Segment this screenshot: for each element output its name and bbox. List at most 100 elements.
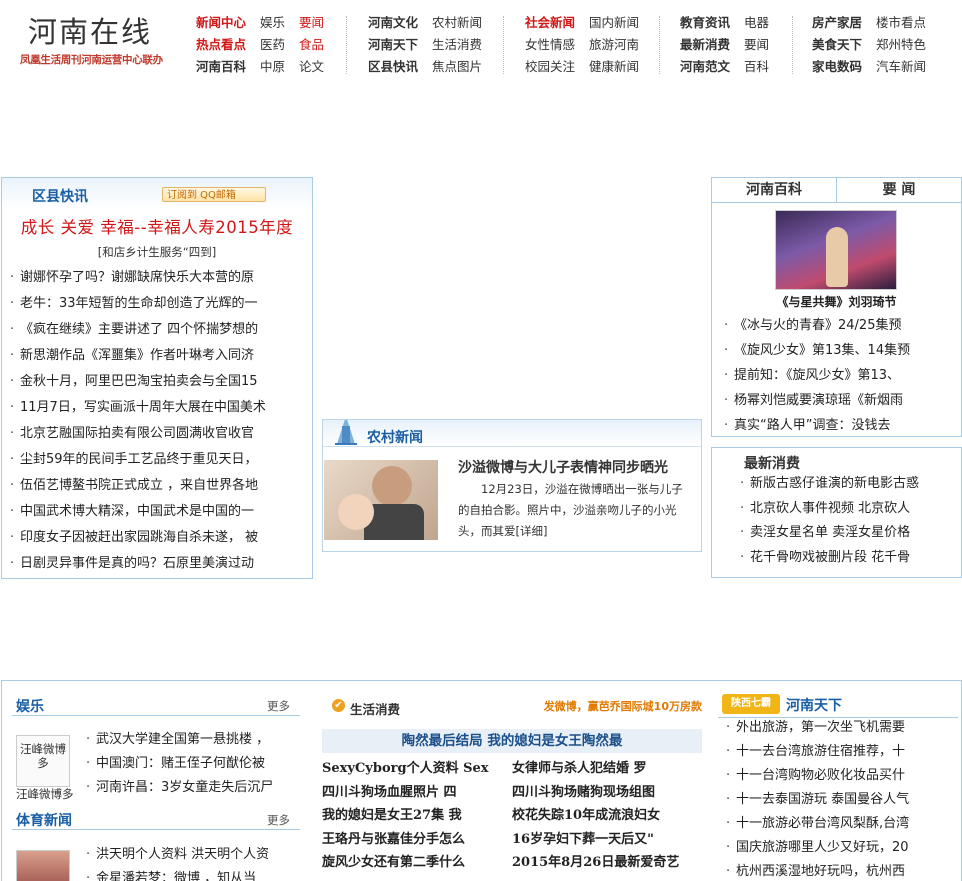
promo-headline[interactable]: 成长 关爱 幸福--幸福人寿2015年度	[2, 214, 312, 238]
list-item[interactable]: 老牛：33年短暂的生命却创造了光辉的一	[10, 291, 300, 317]
nav-link[interactable]: 中原	[260, 56, 285, 78]
rural-news-title[interactable]: 农村新闻	[367, 427, 423, 447]
list-item[interactable]: 中国澳门：赌王侄子何猷伦被	[86, 752, 286, 776]
list-item[interactable]: 十一旅游必带台湾风梨酥,台湾	[726, 812, 952, 836]
list-item[interactable]: 《冰与火的青春》24/25集预	[724, 313, 948, 338]
list-item[interactable]: 金秋十月，阿里巴巴淘宝拍卖会与全国15	[10, 369, 300, 395]
tab-headlines[interactable]: 要 闻	[837, 178, 961, 202]
list-item[interactable]: 新思潮作品《浑噩集》作者叶琳考入同济	[10, 343, 300, 369]
nav-link[interactable]: 河南天下	[368, 34, 418, 56]
list-item[interactable]: 新版古惑仔谁演的新电影古惑	[740, 472, 950, 497]
sports-title[interactable]: 体育新闻	[16, 810, 72, 830]
more-link[interactable]: 更多	[267, 698, 290, 714]
nav-link[interactable]: 区县快讯	[368, 56, 418, 78]
list-item[interactable]: 中国武术博大精深，中国武术是中国的一	[10, 499, 300, 525]
list-item[interactable]: 校花失踪10年成流浪妇女	[512, 804, 698, 828]
nav-link[interactable]: 郑州特色	[876, 34, 926, 56]
list-item[interactable]: 外出旅游，第一次坐飞机需要	[726, 716, 952, 740]
nav-link[interactable]: 美食天下	[812, 34, 862, 56]
life-consumption-title[interactable]: 生活消费	[350, 699, 400, 718]
nav-link[interactable]: 教育资讯	[680, 12, 730, 34]
more-link[interactable]: 更多	[267, 812, 290, 828]
thumbnail-caption[interactable]: 汪峰微博多	[16, 786, 74, 802]
nav-link[interactable]: 热点看点	[196, 34, 246, 56]
list-item[interactable]: 真实“路人甲”调查：没钱去	[724, 413, 948, 436]
list-item[interactable]: 提前知：《旋风少女》第13、	[724, 363, 948, 388]
nav-link[interactable]: 要闻	[299, 12, 324, 34]
list-item[interactable]: 国庆旅游哪里人少又好玩，20	[726, 836, 952, 860]
nav-link[interactable]: 新闻中心	[196, 12, 246, 34]
nav-link[interactable]: 焦点图片	[432, 56, 482, 78]
list-item[interactable]: 北京艺融国际拍卖有限公司圆满收官收官	[10, 421, 300, 447]
nav-link[interactable]: 汽车新闻	[876, 56, 926, 78]
nav-link[interactable]: 楼市看点	[876, 12, 926, 34]
list-item[interactable]: 杭州西溪湿地好玩吗，杭州西	[726, 860, 952, 881]
list-item[interactable]: 十一去泰国游玩 泰国曼谷人气	[726, 788, 952, 812]
list-item[interactable]: 北京砍人事件视频 北京砍人	[740, 497, 950, 522]
sports-thumbnail[interactable]	[16, 850, 70, 881]
list-item[interactable]: 2015年8月26日最新爱奇艺	[512, 851, 698, 875]
news-thumbnail[interactable]	[324, 460, 438, 540]
entertainment-title[interactable]: 娱乐	[16, 696, 44, 716]
featured-caption[interactable]: 《与星共舞》刘羽琦节	[712, 293, 961, 310]
nav-link[interactable]: 国内新闻	[589, 12, 639, 34]
list-item[interactable]: 11月7日，写实画派十周年大展在中国美术	[10, 395, 300, 421]
nav-link[interactable]: 女性情感	[525, 34, 575, 56]
nav-link[interactable]: 社会新闻	[525, 12, 575, 34]
rural-news-headline[interactable]: 沙溢微博与大儿子表情神同步晒光	[458, 457, 668, 477]
nav-link[interactable]: 生活消费	[432, 34, 482, 56]
nav-link[interactable]: 百科	[744, 56, 769, 78]
subscribe-qq-mail-button[interactable]: 订阅到 QQ邮箱	[162, 187, 266, 202]
nav-link[interactable]: 食品	[299, 34, 324, 56]
nav-link[interactable]: 健康新闻	[589, 56, 639, 78]
list-item[interactable]: 卖淫女星名单 卖淫女星价格	[740, 521, 950, 546]
nav-link[interactable]: 最新消费	[680, 34, 730, 56]
list-item[interactable]: 四川斗狗场血腥照片 四	[322, 781, 508, 805]
list-item[interactable]: 我的媳妇是女王27集 我	[322, 804, 508, 828]
list-item[interactable]: 王珞丹与张嘉佳分手怎么	[322, 828, 508, 852]
tab-henan-baike[interactable]: 河南百科	[712, 178, 837, 202]
entertainment-thumbnail[interactable]: 汪峰微博多	[16, 735, 70, 787]
list-item[interactable]: 《疯在继续》主要讲述了 四个怀揣梦想的	[10, 317, 300, 343]
nav-link[interactable]: 旅游河南	[589, 34, 639, 56]
nav-link[interactable]: 河南文化	[368, 12, 418, 34]
list-item[interactable]: 河南许昌：3岁女童走失后沉尸	[86, 776, 286, 800]
nav-link[interactable]: 房产家居	[812, 12, 862, 34]
list-item[interactable]: 武汉大学建全国第一悬挑楼 ，	[86, 728, 286, 752]
nav-link[interactable]: 家电数码	[812, 56, 862, 78]
nav-link[interactable]: 河南百科	[196, 56, 246, 78]
nav-link[interactable]: 校园关注	[525, 56, 575, 78]
nav-link[interactable]: 电器	[744, 12, 769, 34]
nav-link[interactable]: 农村新闻	[432, 12, 482, 34]
nav-link[interactable]: 河南范文	[680, 56, 730, 78]
list-item[interactable]: 十一去台湾旅游住宿推荐，十	[726, 740, 952, 764]
channel-badge[interactable]: 陕西七霸	[722, 694, 780, 714]
list-item[interactable]: 十一台湾购物必败化妆品买什	[726, 764, 952, 788]
nav-link[interactable]: 要闻	[744, 34, 769, 56]
list-item[interactable]: 洪天明个人资料 洪天明个人资	[86, 843, 286, 867]
details-link[interactable]: [详细]	[516, 524, 548, 538]
nav-link[interactable]: 娱乐	[260, 12, 285, 34]
list-item[interactable]: 日剧灵异事件是真的吗？石原里美演过动	[10, 551, 300, 577]
list-item[interactable]: 花千骨吻戏被删片段 花千骨	[740, 546, 950, 571]
list-item[interactable]: 16岁孕妇下葬一天后又"	[512, 828, 698, 852]
list-item[interactable]: 谢娜怀孕了吗？谢娜缺席快乐大本营的原	[10, 265, 300, 291]
site-logo[interactable]: 河南在线 凤凰生活周刊河南运营中心联办	[20, 14, 180, 67]
list-item[interactable]: 四川斗狗场赌狗现场组图	[512, 781, 698, 805]
list-item[interactable]: 《旋风少女》第13集、14集预	[724, 338, 948, 363]
latest-consumption-title[interactable]: 最新消费	[744, 453, 800, 473]
henan-world-title[interactable]: 河南天下	[786, 695, 842, 715]
promo-subline[interactable]: [和店乡计生服务“四到]	[2, 244, 312, 260]
list-item[interactable]: 印度女子因被赶出家园跳海自杀未遂， 被	[10, 525, 300, 551]
list-item[interactable]: 杨幂刘恺威要演琼瑶《新烟雨	[724, 388, 948, 413]
nav-link[interactable]: 论文	[299, 56, 324, 78]
district-news-title[interactable]: 区县快讯	[32, 186, 88, 206]
life-banner-headline[interactable]: 陶然最后结局 我的媳妇是女王陶然最	[322, 729, 702, 753]
list-item[interactable]: 旋风少女还有第二季什么	[322, 851, 508, 875]
weibo-promo-link[interactable]: 发微博，赢芭乔国际城10万房款	[544, 698, 702, 714]
list-item[interactable]: 尘封59年的民间手工艺品终于重见天日，	[10, 447, 300, 473]
list-item[interactable]: 女律师与杀人犯结婚 罗	[512, 757, 698, 781]
list-item[interactable]: 金星潘若梦：微博 ，知从当	[86, 867, 286, 881]
list-item[interactable]: 伍佰艺博鳌书院正式成立 ，来自世界各地	[10, 473, 300, 499]
nav-link[interactable]: 医药	[260, 34, 285, 56]
